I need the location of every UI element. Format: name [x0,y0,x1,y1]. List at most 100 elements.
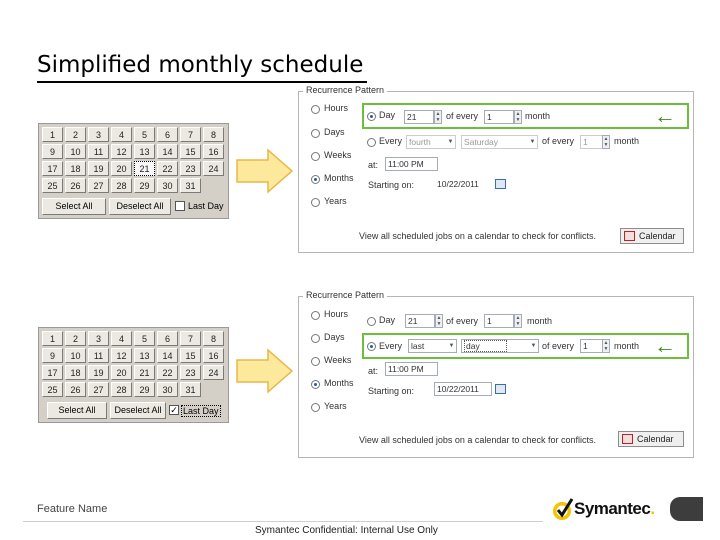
start-date-input-bottom[interactable]: 10/22/2011 [434,382,492,396]
day-button-top[interactable]: 30 [157,178,178,193]
day-button-top[interactable]: 10 [65,144,86,159]
day-button-bottom[interactable]: 20 [111,365,132,380]
day-button-top[interactable]: 16 [203,144,224,159]
day-button-top[interactable]: 5 [134,127,155,142]
last-day-checkbox-bottom[interactable]: ✓ [169,405,179,415]
radio-every-top[interactable] [367,138,376,147]
day-button-top[interactable]: 3 [88,127,109,142]
day-button-bottom[interactable]: 4 [111,331,132,346]
day-button-top[interactable]: 20 [111,161,132,176]
day-button-top[interactable]: 9 [42,144,63,159]
day-button-top[interactable]: 28 [111,178,132,193]
day-button-bottom[interactable]: 8 [203,331,224,346]
month-count-input-row1-bottom[interactable]: 1 [484,314,514,328]
day-button-bottom[interactable]: 7 [180,331,201,346]
radio-weeks-bottom[interactable] [311,357,320,366]
radio-days-bottom[interactable] [311,334,320,343]
day-spinner-bottom[interactable]: ▲ ▼ [435,314,443,328]
day-button-bottom[interactable]: 1 [42,331,63,346]
month-count-input-row2-top[interactable]: 1 [580,135,604,149]
day-button-bottom[interactable]: 28 [111,382,132,397]
day-button-top[interactable]: 26 [65,178,86,193]
day-button-bottom[interactable]: 21 [134,365,155,380]
day-button-bottom[interactable]: 12 [111,348,132,363]
deselect-all-button-top[interactable]: Deselect All [109,198,171,215]
day-button-bottom[interactable]: 27 [88,382,109,397]
day-button-bottom[interactable]: 19 [88,365,109,380]
radio-day-top[interactable] [367,112,376,121]
day-button-bottom[interactable]: 13 [134,348,155,363]
day-button-bottom[interactable]: 29 [134,382,155,397]
day-button-bottom[interactable]: 16 [203,348,224,363]
day-button-bottom[interactable]: 6 [157,331,178,346]
calendar-button-bottom[interactable]: Calendar [618,431,684,447]
day-button-top[interactable]: 22 [157,161,178,176]
day-button-top[interactable]: 2 [65,127,86,142]
calendar-button-top[interactable]: Calendar [620,228,684,244]
day-button-bottom[interactable]: 24 [203,365,224,380]
select-all-button-bottom[interactable]: Select All [47,402,107,419]
day-button-top[interactable]: 31 [180,178,201,193]
day-spinner-top[interactable]: ▲ ▼ [434,110,442,124]
day-button-bottom[interactable]: 5 [134,331,155,346]
day-button-bottom[interactable]: 14 [157,348,178,363]
day-button-top[interactable]: 11 [88,144,109,159]
radio-day-bottom[interactable] [367,317,376,326]
day-button-top[interactable]: 13 [134,144,155,159]
day-button-bottom[interactable]: 30 [157,382,178,397]
day-button-top[interactable]: 6 [157,127,178,142]
day-value-input-top[interactable]: 21 [404,110,434,124]
day-button-top[interactable]: 27 [88,178,109,193]
time-input-top[interactable]: 11:00 PM [385,157,438,171]
day-button-top[interactable]: 15 [180,144,201,159]
month-count-spinner-row1-bottom[interactable]: ▲ ▼ [514,314,522,328]
calendar-icon[interactable] [495,384,506,394]
start-date-input-top[interactable]: 10/22/2011 [434,177,492,191]
radio-every-bottom[interactable] [367,342,376,351]
day-button-bottom[interactable]: 23 [180,365,201,380]
radio-years-bottom[interactable] [311,403,320,412]
day-button-top[interactable]: 25 [42,178,63,193]
day-button-bottom[interactable]: 26 [65,382,86,397]
day-button-top[interactable]: 17 [42,161,63,176]
day-button-bottom[interactable]: 2 [65,331,86,346]
day-button-bottom[interactable]: 25 [42,382,63,397]
radio-years-top[interactable] [311,198,320,207]
day-button-top[interactable]: 7 [180,127,201,142]
radio-weeks-top[interactable] [311,152,320,161]
month-count-input-row1-top[interactable]: 1 [484,110,514,124]
month-count-spinner-row1-top[interactable]: ▲ ▼ [514,110,522,124]
calendar-icon[interactable] [495,179,506,189]
last-day-checkbox-top[interactable] [175,201,185,211]
month-count-spinner-row2-bottom[interactable]: ▲ ▼ [602,339,610,353]
month-count-input-row2-bottom[interactable]: 1 [580,339,604,353]
radio-hours-top[interactable] [311,105,320,114]
weekday-select-bottom[interactable]: day [461,339,539,353]
day-button-top[interactable]: 19 [88,161,109,176]
day-button-bottom[interactable]: 18 [65,365,86,380]
day-button-top[interactable]: 8 [203,127,224,142]
day-button-bottom[interactable]: 11 [88,348,109,363]
day-button-top[interactable]: 21 [134,161,155,176]
day-button-top[interactable]: 14 [157,144,178,159]
day-button-bottom[interactable]: 15 [180,348,201,363]
day-button-top[interactable]: 23 [180,161,201,176]
radio-months-bottom[interactable] [311,380,320,389]
day-button-top[interactable]: 24 [203,161,224,176]
day-button-bottom[interactable]: 10 [65,348,86,363]
month-count-spinner-row2-top[interactable]: ▲ ▼ [602,135,610,149]
day-button-top[interactable]: 29 [134,178,155,193]
day-button-bottom[interactable]: 22 [157,365,178,380]
day-button-top[interactable]: 18 [65,161,86,176]
day-button-bottom[interactable]: 31 [180,382,201,397]
day-button-bottom[interactable]: 17 [42,365,63,380]
day-value-input-bottom[interactable]: 21 [405,314,435,328]
radio-hours-bottom[interactable] [311,311,320,320]
day-button-top[interactable]: 12 [111,144,132,159]
day-button-top[interactable]: 4 [111,127,132,142]
select-all-button-top[interactable]: Select All [42,198,106,215]
radio-months-top[interactable] [311,175,320,184]
deselect-all-button-bottom[interactable]: Deselect All [110,402,166,419]
day-button-top[interactable]: 1 [42,127,63,142]
time-input-bottom[interactable]: 11:00 PM [385,362,438,376]
